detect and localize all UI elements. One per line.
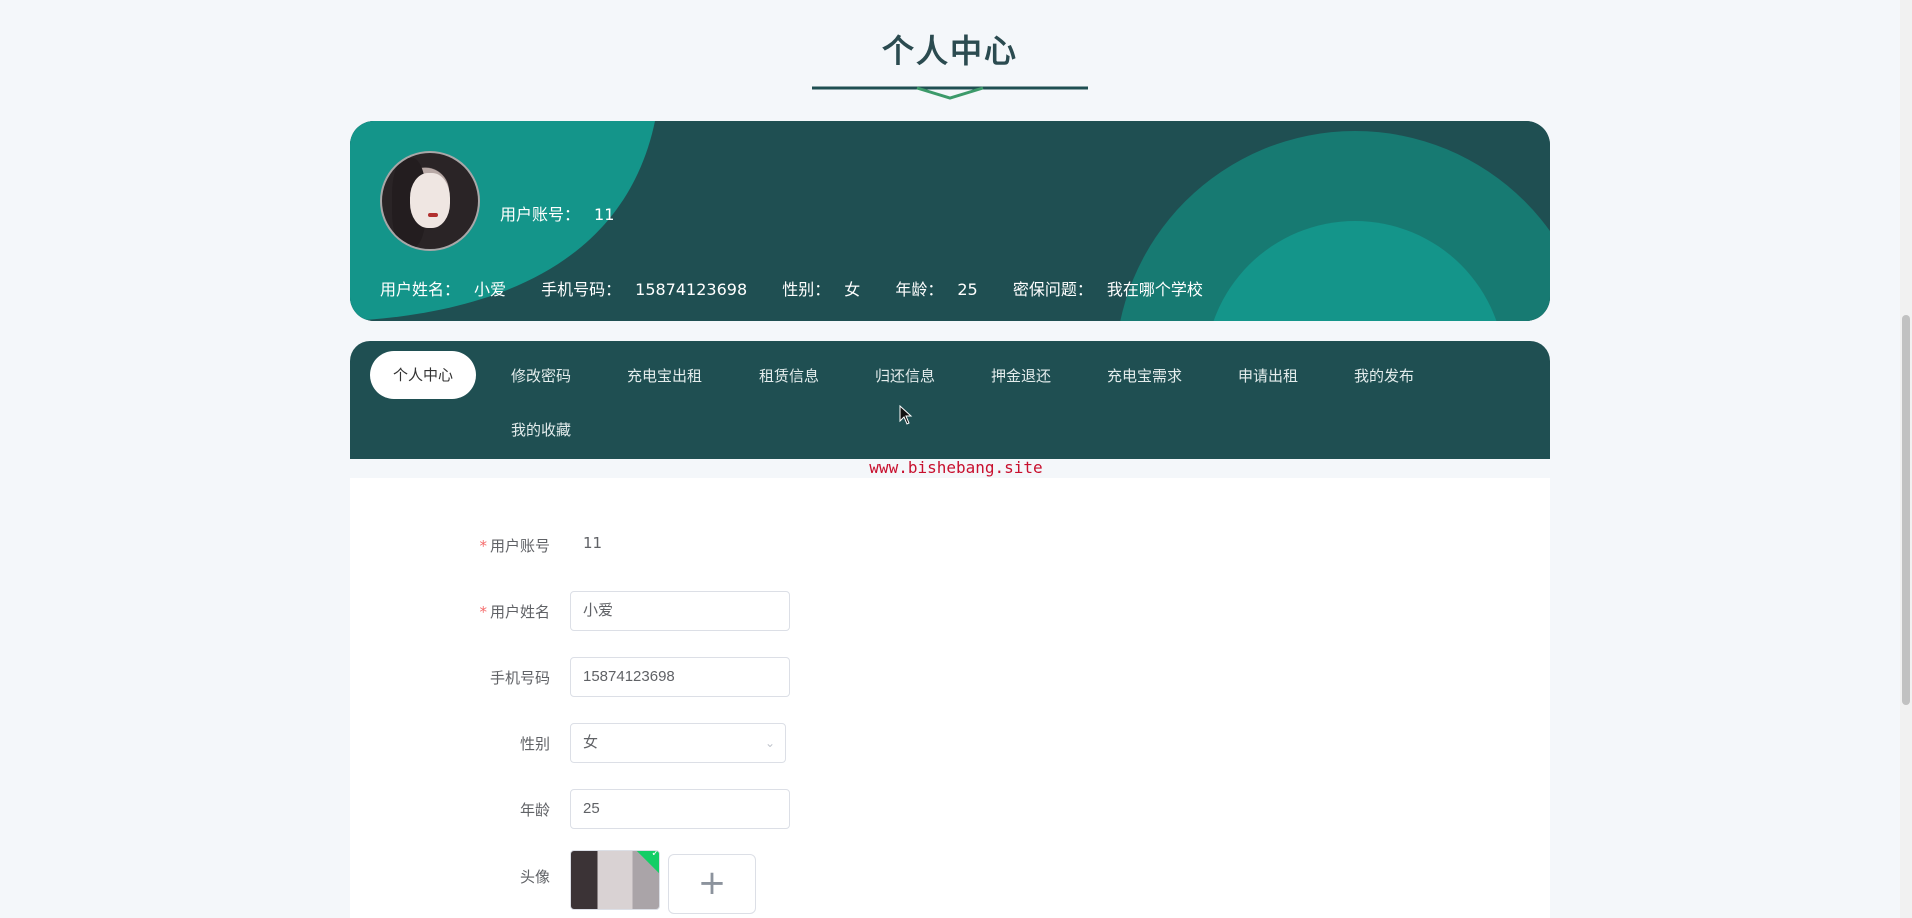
- profile-age-label: 年龄：: [895, 280, 944, 299]
- scrollbar-thumb[interactable]: [1902, 315, 1910, 705]
- form-row-age: 年龄 25: [350, 789, 1550, 829]
- profile-card: 用户账号： 11 用户姓名： 小爱 手机号码： 15874123698 性别： 女 年龄…: [350, 121, 1550, 321]
- profile-form: * 用户账号 11 * 用户姓名 小爱 手机号码 15874123698 性别 女 …: [350, 478, 1550, 918]
- profile-name-label: 用户姓名：: [380, 280, 461, 299]
- form-row-name: * 用户姓名 小爱: [350, 591, 1550, 631]
- age-input[interactable]: 25: [570, 789, 790, 829]
- nav-item-change-password[interactable]: 修改密码: [511, 365, 571, 386]
- nav-item-return-info[interactable]: 归还信息: [875, 365, 935, 386]
- form-row-account: * 用户账号 11: [350, 525, 1550, 565]
- phone-label: 手机号码: [489, 669, 550, 687]
- plus-icon: +: [697, 863, 727, 903]
- nav-item-lease-info[interactable]: 租赁信息: [759, 365, 819, 386]
- profile-account: 用户账号： 11: [500, 201, 614, 225]
- gender-select-value: 女: [583, 734, 599, 751]
- profile-info-line: 用户姓名： 小爱 手机号码： 15874123698 性别： 女 年龄： 25 密保问题…: [380, 276, 1233, 300]
- watermark: www.bishebang.site: [869, 458, 1043, 477]
- profile-age-value: 25: [957, 280, 978, 299]
- chevron-down-icon: ⌄: [764, 736, 775, 750]
- nav-item-my-posts[interactable]: 我的发布: [1354, 365, 1414, 386]
- account-value: 11: [583, 534, 603, 552]
- check-icon: ✓: [651, 850, 660, 859]
- upload-success-badge: ✓: [635, 850, 660, 875]
- nav-menu: 个人中心 修改密码 充电宝出租 租赁信息 归还信息 押金退还 充电宝需求 申请出…: [350, 341, 1550, 459]
- form-row-avatar: 头像 ✓ +: [350, 850, 1550, 914]
- nav-item-personal-center[interactable]: 个人中心: [370, 351, 476, 399]
- page-title: 个人中心: [881, 32, 1018, 70]
- avatar-uploaded-thumbnail[interactable]: ✓: [570, 850, 660, 910]
- avatar-label: 头像: [519, 868, 550, 886]
- nav-item-my-favorites[interactable]: 我的收藏: [511, 419, 571, 440]
- form-row-phone: 手机号码 15874123698: [350, 657, 1550, 697]
- profile-name-value: 小爱: [474, 280, 507, 299]
- account-label-text: 用户账号: [489, 537, 550, 555]
- profile-account-label: 用户账号：: [500, 205, 581, 224]
- profile-security-question-label: 密保问题：: [1012, 280, 1093, 299]
- nav-item-apply-rental[interactable]: 申请出租: [1238, 365, 1298, 386]
- scrollbar-track[interactable]: [1900, 0, 1912, 918]
- profile-account-value: 11: [594, 205, 615, 224]
- gender-label: 性别: [519, 735, 550, 753]
- nav-item-deposit-refund[interactable]: 押金退还: [991, 365, 1051, 386]
- required-mark: *: [479, 537, 487, 555]
- profile-phone-label: 手机号码：: [541, 280, 622, 299]
- required-mark: *: [479, 603, 487, 621]
- name-input[interactable]: 小爱: [570, 591, 790, 631]
- account-label: * 用户账号: [390, 535, 550, 556]
- age-label: 年龄: [519, 801, 550, 819]
- mouse-cursor-icon: [899, 405, 913, 425]
- profile-gender-label: 性别：: [782, 280, 831, 299]
- nav-item-power-bank-demand[interactable]: 充电宝需求: [1107, 365, 1182, 386]
- title-underline-decoration: [812, 86, 1088, 100]
- gender-select[interactable]: 女 ⌄: [570, 723, 786, 763]
- avatar: [380, 151, 480, 251]
- name-label-text: 用户姓名: [489, 603, 550, 621]
- name-label: * 用户姓名: [390, 601, 550, 622]
- avatar-upload-button[interactable]: +: [668, 854, 756, 914]
- profile-security-question-value: 我在哪个学校: [1106, 280, 1203, 299]
- profile-gender-value: 女: [844, 280, 861, 299]
- nav-item-power-bank-rental[interactable]: 充电宝出租: [627, 365, 702, 386]
- form-row-gender: 性别 女 ⌄: [350, 723, 1550, 763]
- profile-phone-value: 15874123698: [635, 280, 748, 299]
- phone-input[interactable]: 15874123698: [570, 657, 790, 697]
